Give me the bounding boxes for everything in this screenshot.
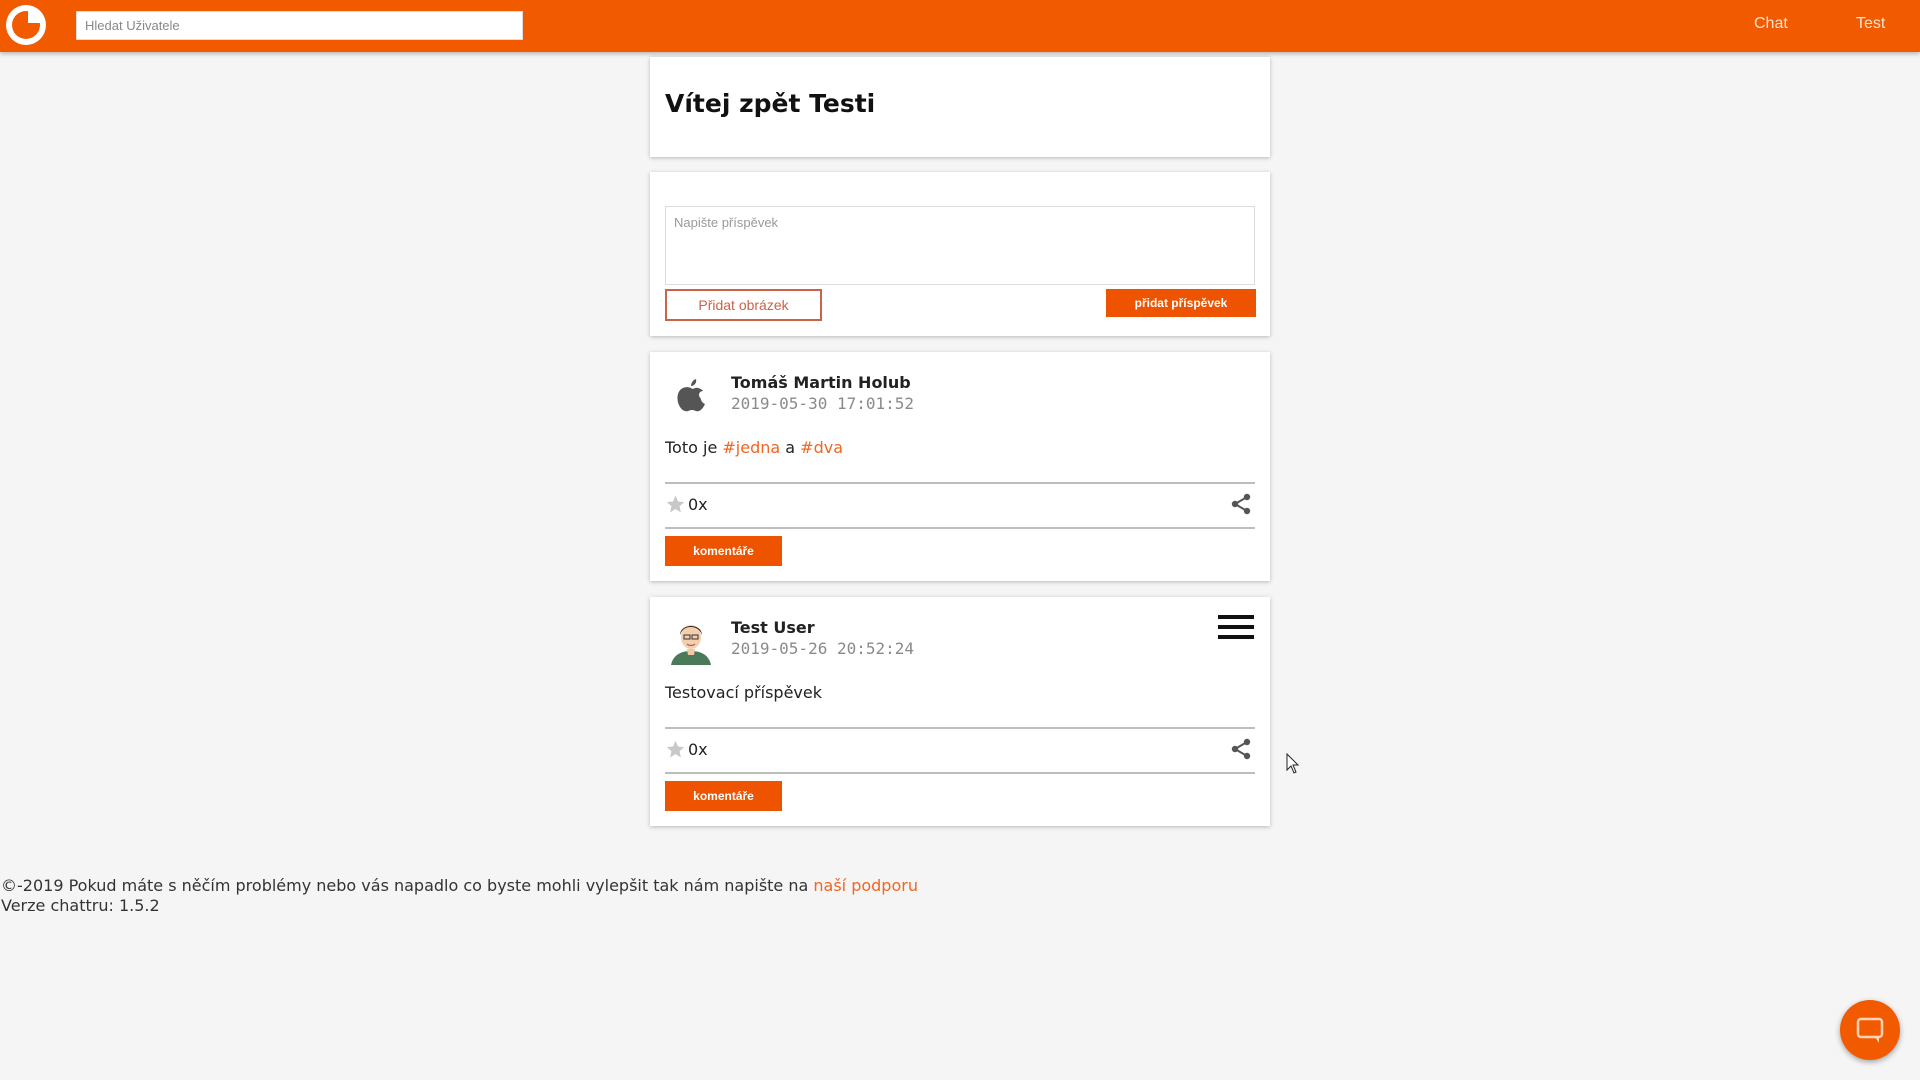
post-text: Testovací příspěvek <box>665 683 822 702</box>
comments-button[interactable]: komentáře <box>665 536 782 566</box>
welcome-card: Vítej zpět Testi <box>650 57 1270 157</box>
like-button[interactable]: 0x <box>665 736 708 762</box>
divider <box>665 727 1255 729</box>
like-count: 0x <box>688 739 708 759</box>
post-card: Tomáš Martin Holub 2019-05-30 17:01:52 T… <box>650 352 1270 581</box>
mouse-cursor-icon <box>1286 753 1300 774</box>
hamburger-menu-icon[interactable] <box>1218 613 1254 641</box>
divider <box>665 527 1255 529</box>
like-button[interactable]: 0x <box>665 491 708 517</box>
post-text-part: Toto je <box>665 438 723 457</box>
post-composer: Přidat obrázek přidat příspěvek <box>650 172 1270 336</box>
page-footer: ©-2019 Pokud máte s něčím problémy nebo … <box>1 876 918 916</box>
nav-link-profile[interactable]: Test <box>1856 15 1885 33</box>
chat-fab-button[interactable] <box>1840 1000 1900 1060</box>
app-logo-icon[interactable] <box>6 5 46 45</box>
footer-copyright: ©-2019 Pokud máte s něčím problémy nebo … <box>1 876 918 896</box>
post-author[interactable]: Tomáš Martin Holub <box>731 373 911 392</box>
user-search-input[interactable] <box>76 11 523 40</box>
hashtag-link[interactable]: #jedna <box>722 438 780 457</box>
star-icon <box>666 495 685 512</box>
divider <box>665 772 1255 774</box>
add-image-button[interactable]: Přidat obrázek <box>665 289 822 321</box>
logo-mark <box>12 9 42 39</box>
page-title: Vítej zpět Testi <box>665 89 876 118</box>
comments-button[interactable]: komentáře <box>665 781 782 811</box>
hashtag-link[interactable]: #dva <box>800 438 843 457</box>
post-timestamp: 2019-05-26 20:52:24 <box>731 639 915 658</box>
app-version: Verze chattru: 1.5.2 <box>1 896 160 915</box>
post-author[interactable]: Test User <box>731 618 815 637</box>
divider <box>665 482 1255 484</box>
share-icon[interactable] <box>1229 492 1253 516</box>
post-card: Test User 2019-05-26 20:52:24 Testovací … <box>650 597 1270 826</box>
post-timestamp: 2019-05-30 17:01:52 <box>731 394 915 413</box>
post-text-input[interactable] <box>665 206 1255 285</box>
like-count: 0x <box>688 494 708 514</box>
top-navbar: Chat Test <box>0 0 1920 52</box>
footer-text: ©-2019 Pokud máte s něčím problémy nebo … <box>1 876 814 895</box>
apple-logo-icon <box>677 379 707 412</box>
support-link[interactable]: naší podporu <box>813 876 918 895</box>
add-post-button[interactable]: přidat příspěvek <box>1106 289 1256 317</box>
user-avatar-icon <box>665 613 717 665</box>
post-text: Toto je #jedna a #dva <box>665 438 843 457</box>
share-icon[interactable] <box>1229 737 1253 761</box>
post-text-part: a <box>780 438 801 457</box>
nav-link-chat[interactable]: Chat <box>1754 15 1788 33</box>
star-icon <box>666 740 685 757</box>
chat-bubble-icon <box>1856 1017 1884 1043</box>
